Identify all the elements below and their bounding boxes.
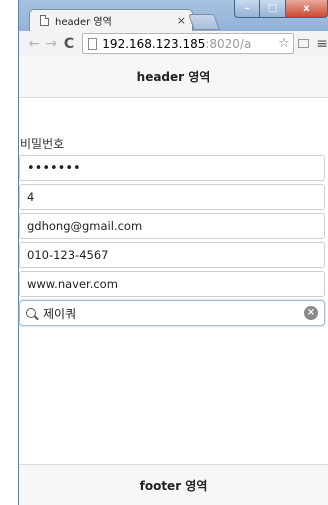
- address-bar[interactable]: 192.168.123.185 :8020/a ☆: [82, 33, 294, 54]
- tab-title: header 영역: [55, 17, 112, 28]
- tab-close-icon[interactable]: ×: [177, 14, 186, 27]
- password-field[interactable]: •••••••: [19, 155, 325, 181]
- url-host: 192.168.123.185: [102, 36, 206, 51]
- password-label: 비밀번호: [20, 137, 65, 151]
- search-input[interactable]: 제이쿼: [43, 305, 304, 322]
- form-content: 비밀번호 ••••••• 4 gdhong@gmail.com 010-123-…: [19, 136, 328, 326]
- window-caption-buttons: – □ x: [234, 0, 328, 18]
- bookmark-star-icon[interactable]: ☆: [277, 36, 291, 51]
- menu-icon[interactable]: ≡: [316, 36, 328, 52]
- phone-field[interactable]: 010-123-4567: [19, 242, 325, 268]
- maximize-button[interactable]: □: [260, 0, 286, 18]
- page-header: header 영역: [19, 56, 328, 98]
- browser-tab[interactable]: header 영역 ×: [29, 9, 193, 31]
- forward-icon[interactable]: →: [43, 36, 60, 52]
- number-field[interactable]: 4: [19, 184, 325, 210]
- reload-icon[interactable]: C: [60, 36, 79, 52]
- page-viewport: header 영역 비밀번호 ••••••• 4 gdhong@gmail.co…: [19, 56, 328, 505]
- page-footer: footer 영역: [19, 464, 328, 505]
- search-field[interactable]: 제이쿼 ×: [19, 300, 325, 326]
- url-field[interactable]: www.naver.com: [19, 271, 325, 297]
- extension-icon[interactable]: [297, 39, 310, 48]
- new-tab-button[interactable]: [188, 14, 220, 30]
- search-icon: [26, 308, 36, 318]
- close-window-button[interactable]: x: [286, 0, 328, 18]
- email-field[interactable]: gdhong@gmail.com: [19, 213, 325, 239]
- back-icon[interactable]: ←: [26, 36, 43, 52]
- minimize-button[interactable]: –: [234, 0, 260, 18]
- clear-icon[interactable]: ×: [304, 306, 318, 320]
- browser-toolbar: ← → C 192.168.123.185 :8020/a ☆ ≡: [19, 31, 328, 56]
- page-icon: [40, 15, 49, 26]
- page-icon: [88, 37, 98, 50]
- url-path: :8020/a: [205, 36, 252, 51]
